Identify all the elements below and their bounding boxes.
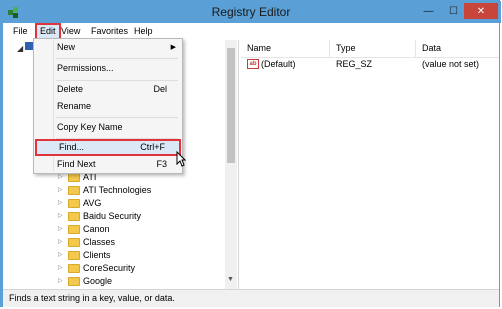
- shortcut-label: Ctrl+F: [140, 142, 165, 152]
- maximize-button[interactable]: ☐: [441, 3, 466, 19]
- column-header-data[interactable]: Data: [422, 43, 441, 53]
- tree-root-expander[interactable]: ◢: [17, 44, 23, 53]
- folder-icon: [68, 173, 80, 182]
- minimize-button[interactable]: —: [416, 3, 441, 19]
- menu-item-new[interactable]: New ▶: [35, 39, 181, 56]
- menu-view[interactable]: View: [61, 25, 80, 38]
- menu-help[interactable]: Help: [134, 25, 153, 38]
- expander-icon[interactable]: ▷: [58, 236, 68, 249]
- menu-separator: [56, 117, 178, 118]
- tree-item[interactable]: ▷ ATI Technologies: [58, 184, 151, 197]
- column-divider[interactable]: [329, 40, 330, 57]
- tree-item-label: Baidu Security: [83, 211, 142, 221]
- menu-item-label: Delete: [57, 84, 84, 94]
- tree-item[interactable]: ▷ Classes: [58, 236, 115, 249]
- tree-item[interactable]: ▷ Baidu Security: [58, 210, 141, 223]
- menu-item-find[interactable]: Find... Ctrl+F: [35, 139, 181, 156]
- folder-icon: [68, 212, 80, 221]
- tree-item[interactable]: ▷ Clients: [58, 249, 111, 262]
- folder-icon: [68, 277, 80, 286]
- menu-item-label: Rename: [57, 101, 92, 111]
- tree-item[interactable]: ▷ Canon: [58, 223, 110, 236]
- menu-item-rename[interactable]: Rename: [35, 98, 181, 115]
- mouse-cursor-icon: [176, 151, 186, 167]
- tree-item[interactable]: ▷ CoreSecurity: [58, 262, 135, 275]
- menu-file[interactable]: File: [13, 25, 28, 38]
- menu-item-copy-key-name[interactable]: Copy Key Name: [35, 119, 181, 136]
- edit-menu-dropdown: New ▶ Permissions... Delete Del Rename C…: [33, 38, 183, 174]
- list-header: Name Type Data: [241, 40, 499, 58]
- shortcut-label: Del: [153, 84, 167, 94]
- values-list-pane: Name Type Data ab (Default) REG_SZ (valu…: [241, 40, 499, 289]
- column-divider[interactable]: [415, 40, 416, 57]
- tree-item-label: Clients: [83, 250, 111, 260]
- tree-item[interactable]: ▷ AVG: [58, 197, 101, 210]
- menu-favorites[interactable]: Favorites: [91, 25, 128, 38]
- column-header-name[interactable]: Name: [247, 43, 271, 53]
- shortcut-label: F3: [156, 159, 167, 169]
- column-header-type[interactable]: Type: [336, 43, 356, 53]
- string-value-icon: ab: [247, 59, 259, 69]
- tree-item-label: CoreSecurity: [83, 263, 136, 273]
- menu-item-label: Copy Key Name: [57, 122, 123, 132]
- menu-item-find-next[interactable]: Find Next F3: [35, 156, 181, 173]
- list-row[interactable]: ab (Default) REG_SZ (value not set): [241, 58, 499, 71]
- close-button[interactable]: ✕: [464, 3, 498, 19]
- menu-item-delete[interactable]: Delete Del: [35, 81, 181, 98]
- folder-icon: [68, 238, 80, 247]
- value-data: (value not set): [422, 59, 480, 69]
- tree-item-label: AVG: [83, 198, 102, 208]
- menu-item-label: New: [57, 42, 76, 52]
- status-text: Finds a text string in a key, value, or …: [9, 293, 175, 303]
- value-type: REG_SZ: [336, 59, 373, 69]
- menu-item-label: Find...: [59, 142, 85, 152]
- scroll-down-icon[interactable]: ▼: [227, 276, 234, 283]
- expander-icon[interactable]: ▷: [58, 223, 68, 236]
- menu-separator: [56, 58, 178, 59]
- folder-icon: [68, 199, 80, 208]
- submenu-arrow-icon: ▶: [170, 44, 176, 51]
- tree-item-label: Canon: [83, 224, 110, 234]
- expander-icon[interactable]: ▷: [58, 262, 68, 275]
- folder-icon: [68, 251, 80, 260]
- expander-icon[interactable]: ▷: [58, 210, 68, 223]
- menu-item-label: Permissions...: [57, 63, 114, 73]
- expander-icon[interactable]: ▷: [58, 197, 68, 210]
- tree-scrollbar-thumb[interactable]: [227, 48, 235, 163]
- menu-item-label: Find Next: [57, 159, 96, 169]
- tree-scrollbar[interactable]: ▼: [225, 40, 237, 289]
- value-name: (Default): [261, 59, 296, 69]
- expander-icon[interactable]: ▷: [58, 249, 68, 262]
- tree-item[interactable]: ▷ Google: [58, 275, 112, 288]
- status-bar: Finds a text string in a key, value, or …: [3, 289, 499, 307]
- expander-icon[interactable]: ▷: [58, 184, 68, 197]
- tree-item-label: Classes: [83, 237, 116, 247]
- computer-icon: [25, 42, 33, 50]
- folder-icon: [68, 186, 80, 195]
- folder-icon: [68, 225, 80, 234]
- tree-item-label: Google: [83, 276, 113, 286]
- tree-item-label: ATI Technologies: [83, 185, 152, 195]
- folder-icon: [68, 264, 80, 273]
- title-bar[interactable]: Registry Editor — ☐ ✕: [1, 1, 501, 23]
- expander-icon[interactable]: ▷: [58, 275, 68, 288]
- menu-item-permissions[interactable]: Permissions...: [35, 60, 181, 77]
